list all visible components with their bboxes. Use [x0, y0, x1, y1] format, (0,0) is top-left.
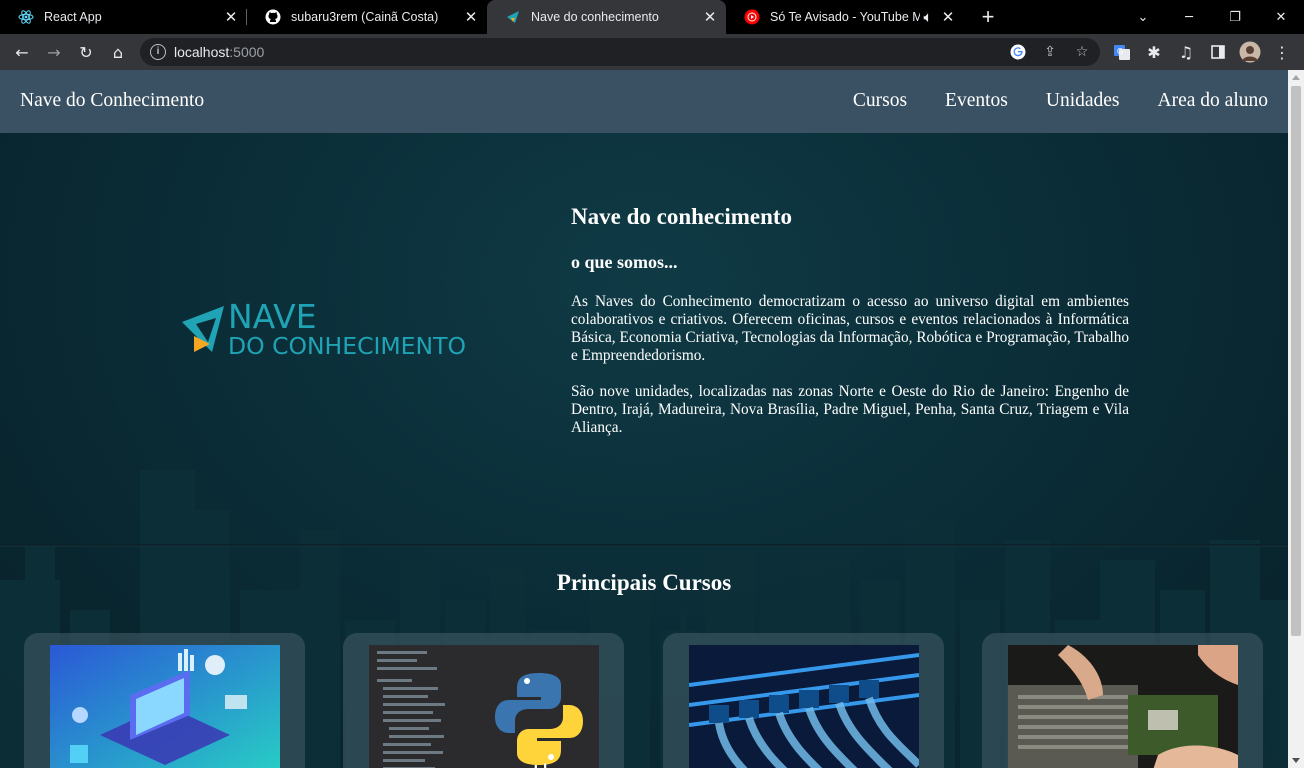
- reload-button[interactable]: ↻: [74, 40, 98, 64]
- nav-links: Cursos Eventos Unidades Area do aluno: [853, 90, 1268, 112]
- about-title: Nave do conhecimento: [571, 204, 793, 229]
- site-info-icon[interactable]: i: [150, 44, 166, 60]
- nav-link-area-do-aluno[interactable]: Area do aluno: [1158, 90, 1268, 112]
- speaker-icon[interactable]: 🔈︎: [920, 9, 936, 26]
- course-image-computing: [50, 645, 280, 768]
- bookmark-star-icon[interactable]: ☆: [1072, 42, 1092, 62]
- svg-text:G: G: [1117, 47, 1123, 56]
- about-paragraph: As Naves do Conhecimento democratizam o …: [571, 293, 1129, 364]
- close-tab-icon[interactable]: ✕: [702, 8, 718, 26]
- svg-text:python: python: [503, 760, 587, 768]
- courses-section-title: Principais Cursos: [556, 570, 732, 595]
- tab-github[interactable]: subaru3rem (Cainã Costa) ✕: [247, 0, 487, 34]
- extensions-icon[interactable]: ✱: [1142, 40, 1166, 64]
- page-scrollbar[interactable]: [1288, 70, 1304, 768]
- nav-link-cursos[interactable]: Cursos: [853, 90, 907, 112]
- scroll-down-arrow-icon[interactable]: [1292, 758, 1300, 763]
- about-section: Nave do conhecimento o que somos... As N…: [571, 204, 1129, 455]
- course-card[interactable]: [982, 633, 1263, 768]
- share-icon[interactable]: ⇪: [1040, 42, 1060, 62]
- forward-button[interactable]: →: [42, 40, 66, 64]
- home-button[interactable]: ⌂: [106, 40, 130, 64]
- minimize-button[interactable]: ─: [1166, 0, 1212, 34]
- tab-title: subaru3rem (Cainã Costa): [291, 10, 439, 24]
- course-card[interactable]: python: [343, 633, 624, 768]
- tab-search-icon[interactable]: ⌄: [1120, 0, 1166, 34]
- nave-do-conhecimento-logo: NAVE DO CONHECIMENTO: [182, 298, 466, 358]
- course-image-hardware: [1008, 645, 1238, 768]
- new-tab-button[interactable]: +: [976, 5, 1000, 29]
- url-text[interactable]: localhost:5000: [174, 44, 264, 60]
- svg-text:DO CONHECIMENTO: DO CONHECIMENTO: [228, 332, 466, 358]
- tab-nave-do-conhecimento[interactable]: Nave do conhecimento ✕: [487, 0, 726, 34]
- course-card[interactable]: [663, 633, 944, 768]
- tab-react-app[interactable]: React App ✕: [0, 0, 247, 34]
- nav-link-unidades[interactable]: Unidades: [1046, 90, 1120, 112]
- google-icon[interactable]: [1008, 42, 1028, 62]
- tab-title: Só Te Avisado - YouTube Mu: [770, 10, 920, 24]
- close-tab-icon[interactable]: ✕: [223, 8, 239, 26]
- react-icon: [18, 9, 34, 25]
- course-card[interactable]: [24, 633, 305, 768]
- site-navbar: Nave do Conhecimento Cursos Eventos Unid…: [0, 70, 1288, 133]
- profile-avatar[interactable]: [1238, 40, 1262, 64]
- course-image-python: python: [369, 645, 599, 768]
- about-paragraph: São nove unidades, localizadas nas zonas…: [571, 383, 1129, 436]
- back-button[interactable]: ←: [10, 40, 34, 64]
- scrollbar-thumb[interactable]: [1291, 86, 1301, 636]
- github-icon: [265, 9, 281, 25]
- site-brand-link[interactable]: Nave do Conhecimento: [20, 90, 204, 112]
- media-control-icon[interactable]: ♫: [1174, 40, 1198, 64]
- browser-toolbar: ← → ↻ ⌂ i localhost:5000 ⇪ ☆ G ✱ ♫ ⋮: [0, 34, 1304, 70]
- scroll-up-arrow-icon[interactable]: [1292, 75, 1300, 80]
- about-subtitle: o que somos...: [571, 252, 678, 272]
- nav-link-eventos[interactable]: Eventos: [945, 90, 1008, 112]
- section-divider: [0, 544, 1288, 547]
- side-panel-icon[interactable]: [1206, 40, 1230, 64]
- youtube-music-icon: [744, 9, 760, 25]
- tab-title: Nave do conhecimento: [531, 10, 659, 24]
- restore-button[interactable]: ❐: [1212, 0, 1258, 34]
- close-window-button[interactable]: ✕: [1258, 0, 1304, 34]
- page-viewport: Nave do Conhecimento Cursos Eventos Unid…: [0, 70, 1288, 768]
- menu-kebab-icon[interactable]: ⋮: [1270, 40, 1294, 64]
- tab-title: React App: [44, 10, 102, 24]
- close-tab-icon[interactable]: ✕: [940, 8, 956, 26]
- tab-youtube-music[interactable]: Só Te Avisado - YouTube Mu 🔈︎ ✕: [726, 0, 964, 34]
- address-bar[interactable]: i localhost:5000 ⇪ ☆: [140, 38, 1100, 66]
- tab-strip: React App ✕ subaru3rem (Cainã Costa) ✕ N…: [0, 0, 1304, 34]
- close-tab-icon[interactable]: ✕: [463, 8, 479, 26]
- nave-icon: [505, 9, 521, 25]
- course-image-networking: [689, 645, 919, 768]
- translate-icon[interactable]: G: [1110, 40, 1134, 64]
- svg-text:NAVE: NAVE: [228, 298, 317, 336]
